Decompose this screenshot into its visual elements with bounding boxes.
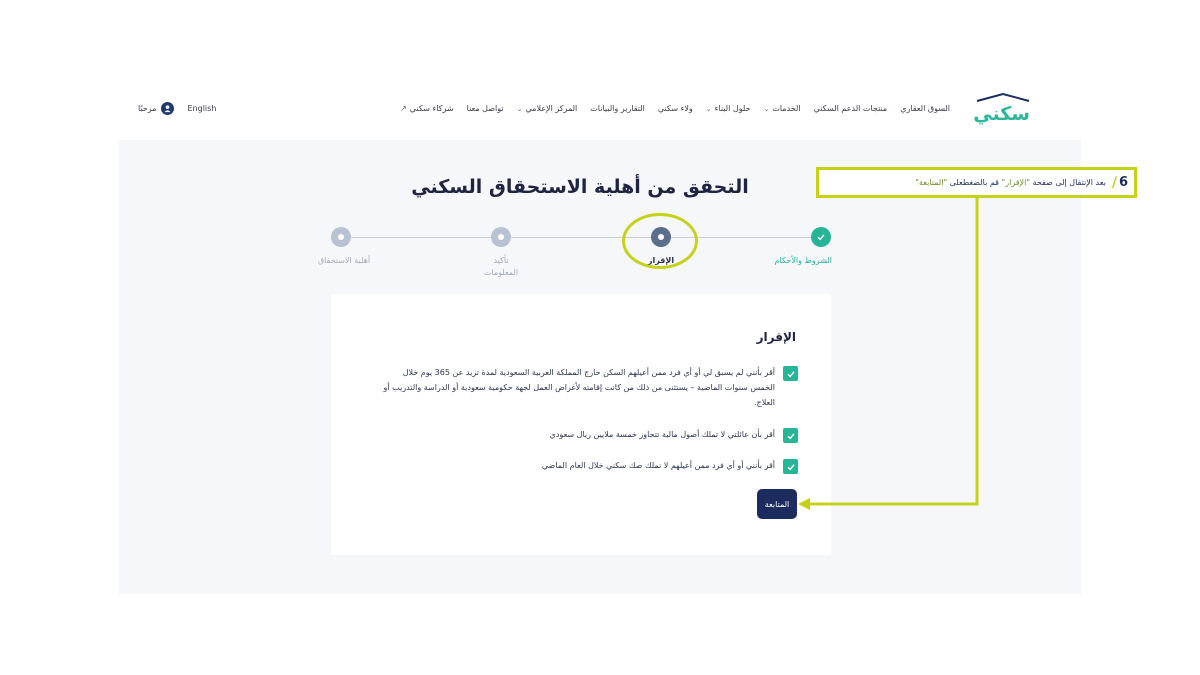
annotation-arrow [798, 198, 979, 510]
